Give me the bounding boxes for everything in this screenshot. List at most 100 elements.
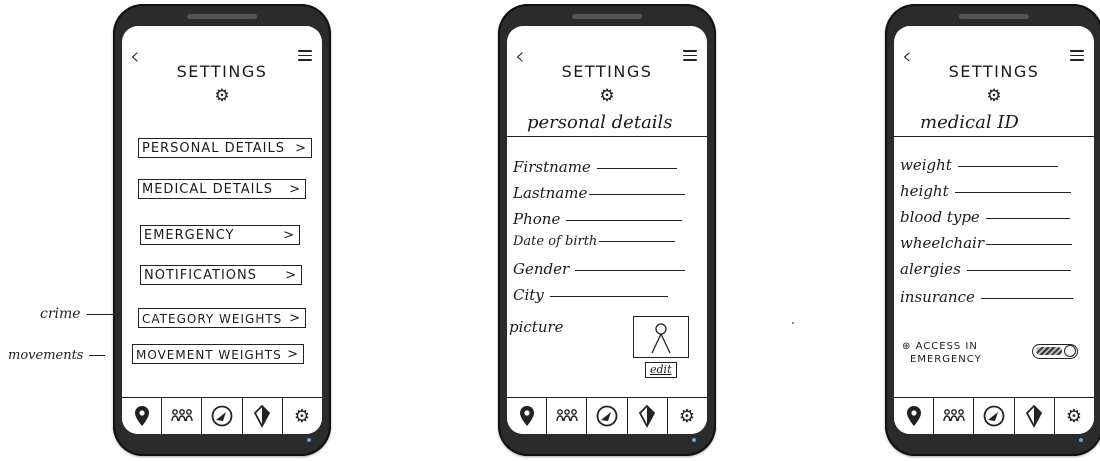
- emergency-access-toggle[interactable]: [1032, 344, 1078, 359]
- tab-people[interactable]: [162, 398, 203, 434]
- field-input-line[interactable]: [599, 241, 676, 242]
- field-input-line[interactable]: [966, 269, 1071, 271]
- shield-icon: [254, 404, 271, 428]
- field-label: weight: [900, 156, 952, 174]
- phone-speaker: [959, 14, 1029, 19]
- shield-icon: [1026, 404, 1043, 428]
- field-phone[interactable]: Phone: [513, 210, 683, 228]
- field-input-line[interactable]: [985, 217, 1070, 219]
- annotation-movements: movements: [8, 348, 106, 363]
- person-silhouette-icon: [651, 323, 671, 354]
- field-city[interactable]: City: [513, 286, 668, 304]
- field-label: Date of birth: [513, 234, 598, 249]
- menu-item-label: MOVEMENT WEIGHTS: [136, 348, 282, 362]
- screen-personal-details: ‹ SETTINGS ⚙ personal details Firstname …: [507, 26, 707, 434]
- annotation-crime-arrow: [86, 313, 115, 315]
- field-label: Gender: [513, 260, 570, 278]
- tab-people[interactable]: [547, 398, 588, 434]
- compass-icon: [983, 405, 1005, 427]
- phone-personal-details: ‹ SETTINGS ⚙ personal details Firstname …: [498, 4, 716, 456]
- tab-settings[interactable]: ⚙: [668, 398, 707, 434]
- field-blood-type[interactable]: blood type: [900, 208, 1070, 226]
- field-input-line[interactable]: [954, 191, 1071, 193]
- tab-map[interactable]: [122, 398, 163, 434]
- people-icon: [171, 409, 193, 422]
- section-divider: [894, 136, 1094, 137]
- tab-compass[interactable]: [974, 398, 1015, 434]
- bottom-tab-bar: ⚙: [507, 397, 707, 434]
- annotation-crime: crime: [40, 306, 115, 322]
- field-label: blood type: [900, 208, 980, 226]
- gear-icon: ⚙: [679, 406, 695, 427]
- gear-icon: ⚙: [1066, 406, 1082, 427]
- tab-compass[interactable]: [202, 398, 243, 434]
- field-label: insurance: [900, 288, 975, 306]
- tab-settings[interactable]: ⚙: [1055, 398, 1094, 434]
- field-label: height: [900, 182, 949, 200]
- field-input-line[interactable]: [986, 243, 1073, 245]
- tab-people[interactable]: [934, 398, 975, 434]
- menu-item-category-weights[interactable]: CATEGORY WEIGHTS >: [138, 308, 306, 328]
- menu-item-label: CATEGORY WEIGHTS: [142, 312, 283, 326]
- menu-item-label: EMERGENCY: [144, 228, 235, 243]
- chevron-right-icon: >: [289, 311, 301, 326]
- edit-picture-button[interactable]: edit: [645, 362, 677, 378]
- page-title: SETTINGS: [176, 62, 268, 81]
- compass-icon: [596, 405, 618, 427]
- svg-text:⚙: ⚙: [294, 406, 310, 427]
- menu-item-medical-details[interactable]: MEDICAL DETAILS >: [138, 179, 306, 199]
- menu-item-personal-details[interactable]: PERSONAL DETAILS >: [138, 138, 312, 158]
- chevron-right-icon: >: [287, 347, 299, 362]
- field-input-line[interactable]: [596, 167, 677, 169]
- tab-map[interactable]: [894, 398, 935, 434]
- tab-shield[interactable]: [243, 398, 283, 434]
- emergency-access-label-line2: EMERGENCY: [910, 354, 982, 365]
- field-insurance[interactable]: insurance: [900, 288, 1073, 306]
- profile-picture-placeholder[interactable]: [633, 316, 689, 358]
- people-icon: [943, 409, 965, 422]
- field-label: Firstname: [513, 158, 591, 176]
- field-input-line[interactable]: [549, 295, 668, 297]
- phone-indicator-dot: [692, 438, 696, 442]
- field-gender[interactable]: Gender: [513, 260, 686, 278]
- menu-item-movement-weights[interactable]: MOVEMENT WEIGHTS >: [132, 344, 304, 364]
- section-title: medical ID: [920, 112, 1019, 133]
- field-firstname[interactable]: Firstname: [513, 158, 677, 176]
- field-weight[interactable]: weight: [900, 156, 1058, 174]
- stray-mark: [792, 322, 794, 324]
- screen-medical-id: ‹ SETTINGS ⚙ medical ID weight height bl…: [894, 26, 1094, 434]
- bottom-tab-bar: ⚙: [122, 397, 322, 434]
- phone-settings-menu: ‹ SETTINGS ⚙ PERSONAL DETAILS > MEDICAL …: [113, 4, 331, 456]
- annotation-crime-text: crime: [40, 306, 81, 322]
- menu-item-label: NOTIFICATIONS: [144, 268, 257, 283]
- field-lastname[interactable]: Lastname: [513, 184, 686, 202]
- field-alergies[interactable]: alergies: [900, 260, 1071, 278]
- tab-settings[interactable]: ⚙: [283, 398, 322, 434]
- field-input-line[interactable]: [566, 219, 683, 221]
- tab-compass[interactable]: [587, 398, 628, 434]
- field-input-line[interactable]: [589, 193, 686, 195]
- section-divider: [507, 136, 707, 137]
- field-date-of-birth[interactable]: Date of birth: [513, 234, 676, 249]
- tab-map[interactable]: [507, 398, 548, 434]
- field-input-line[interactable]: [957, 165, 1058, 167]
- annotation-movements-arrow: [89, 355, 106, 356]
- phone-speaker: [572, 14, 642, 19]
- field-input-line[interactable]: [980, 297, 1073, 299]
- page-title: SETTINGS: [948, 62, 1040, 81]
- tab-shield[interactable]: [628, 398, 668, 434]
- people-icon: [556, 409, 578, 422]
- field-wheelchair[interactable]: wheelchair: [900, 234, 1073, 252]
- phone-medical-id: ‹ SETTINGS ⚙ medical ID weight height bl…: [885, 4, 1100, 456]
- menu-item-emergency[interactable]: EMERGENCY >: [140, 225, 300, 245]
- section-title: personal details: [527, 112, 673, 133]
- field-input-line[interactable]: [575, 269, 686, 271]
- menu-item-notifications[interactable]: NOTIFICATIONS >: [140, 265, 302, 285]
- shield-icon: [639, 404, 656, 428]
- picture-label: picture: [509, 318, 564, 336]
- field-height[interactable]: height: [900, 182, 1071, 200]
- chevron-right-icon: >: [289, 182, 301, 197]
- gear-icon: ⚙: [599, 86, 615, 106]
- toggle-knob: [1064, 345, 1076, 357]
- tab-shield[interactable]: [1015, 398, 1055, 434]
